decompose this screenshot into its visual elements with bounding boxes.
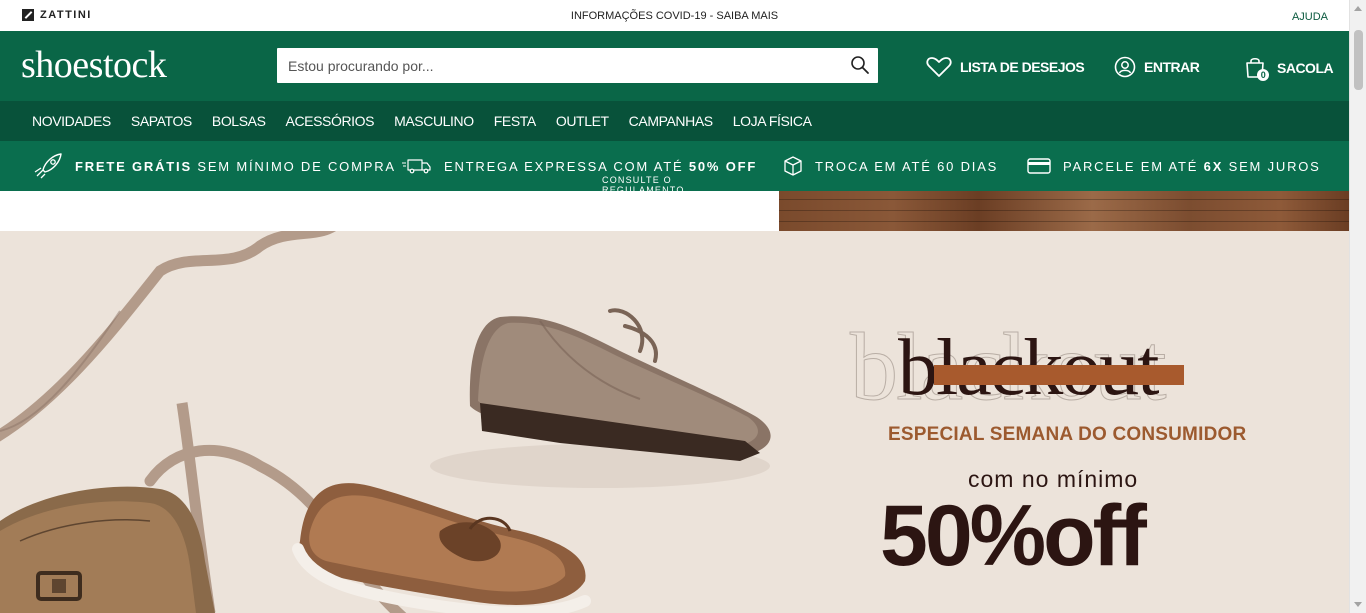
- bag-label: SACOLA: [1277, 60, 1334, 76]
- benefit-installments-label: PARCELE EM ATÉ: [1063, 158, 1204, 174]
- scroll-up-arrow-icon[interactable]: [1354, 6, 1362, 11]
- category-nav: NOVIDADES SAPATOS BOLSAS ACESSÓRIOS MASC…: [0, 101, 1349, 141]
- banner-white-strip: [0, 191, 779, 231]
- user-icon: [1114, 56, 1136, 78]
- shoestock-logo[interactable]: shoestock: [21, 43, 167, 87]
- benefit-installments-bold: 6X: [1203, 158, 1224, 174]
- benefit-free-shipping-text: FRETE GRÁTIS SEM MÍNIMO DE COMPRA: [75, 159, 396, 174]
- page: ZATTINI INFORMAÇÕES COVID-19 - SAIBA MAI…: [0, 0, 1366, 613]
- promo-discount: 50%off: [880, 488, 1147, 584]
- wishlist-link[interactable]: LISTA DE DESEJOS: [926, 56, 1085, 78]
- nav-loja-fisica[interactable]: LOJA FÍSICA: [733, 113, 812, 129]
- search-box: [277, 48, 878, 83]
- benefit-free-shipping-bold: FRETE GRÁTIS: [75, 158, 192, 174]
- scroll-down-arrow-icon[interactable]: [1354, 602, 1362, 607]
- brick-mortar-line: [779, 210, 1349, 211]
- nav-outlet[interactable]: OUTLET: [556, 113, 609, 129]
- brick-wall-image[interactable]: [779, 191, 1349, 231]
- top-bar: ZATTINI INFORMAÇÕES COVID-19 - SAIBA MAI…: [0, 0, 1349, 31]
- help-link[interactable]: AJUDA: [1292, 11, 1328, 23]
- login-label: ENTRAR: [1144, 59, 1200, 75]
- benefit-free-shipping[interactable]: FRETE GRÁTIS SEM MÍNIMO DE COMPRA: [33, 141, 396, 191]
- benefit-express-label: ENTREGA EXPRESSA COM ATÉ: [444, 158, 689, 174]
- benefit-express-text: ENTREGA EXPRESSA COM ATÉ 50% OFF: [444, 159, 757, 174]
- covid-info-link[interactable]: INFORMAÇÕES COVID-19 - SAIBA MAIS: [0, 10, 1349, 22]
- heart-icon: [926, 57, 952, 77]
- box-icon: [784, 156, 802, 176]
- nav-sapatos[interactable]: SAPATOS: [131, 113, 192, 129]
- benefit-free-shipping-rest: SEM MÍNIMO DE COMPRA: [191, 158, 396, 174]
- nav-acessorios[interactable]: ACESSÓRIOS: [286, 113, 375, 129]
- brick-mortar-line: [779, 221, 1349, 222]
- benefits-bar: FRETE GRÁTIS SEM MÍNIMO DE COMPRA ENTREG…: [0, 141, 1349, 195]
- benefit-express[interactable]: ENTREGA EXPRESSA COM ATÉ 50% OFF CONSULT…: [402, 141, 757, 195]
- scrollbar-thumb[interactable]: [1354, 30, 1363, 90]
- credit-card-icon: [1027, 158, 1051, 174]
- nav-masculino[interactable]: MASCULINO: [394, 113, 474, 129]
- shoes-bag-image: [0, 231, 771, 613]
- bag-icon-wrap: 0: [1245, 56, 1269, 81]
- wishlist-label: LISTA DE DESEJOS: [960, 59, 1085, 75]
- rocket-icon: [34, 153, 62, 179]
- benefit-installments[interactable]: PARCELE EM ATÉ 6X SEM JUROS: [1027, 141, 1321, 191]
- hero-banner[interactable]: blackout blackout ESPECIAL SEMANA DO CON…: [0, 231, 1349, 613]
- bag-link[interactable]: 0 SACOLA: [1245, 56, 1334, 81]
- brick-mortar-line: [779, 199, 1349, 200]
- benefit-installments-rest: SEM JUROS: [1223, 158, 1321, 174]
- search-input[interactable]: [277, 48, 837, 83]
- nav-bolsas[interactable]: BOLSAS: [212, 113, 266, 129]
- main-header: shoestock LISTA DE DESEJOS ENTRAR: [0, 31, 1349, 101]
- benefit-installments-text: PARCELE EM ATÉ 6X SEM JUROS: [1063, 159, 1321, 174]
- page-scrollbar[interactable]: [1349, 0, 1366, 613]
- benefit-exchange-text: TROCA EM ATÉ 60 DIAS: [815, 158, 999, 174]
- bag-count-badge: 0: [1257, 69, 1269, 81]
- delivery-truck-icon: [402, 159, 431, 174]
- nav-novidades[interactable]: NOVIDADES: [32, 113, 111, 129]
- benefit-express-bold: 50% OFF: [688, 158, 758, 174]
- benefit-exchange[interactable]: TROCA EM ATÉ 60 DIAS: [783, 141, 998, 191]
- promo-kicker: ESPECIAL SEMANA DO CONSUMIDOR: [888, 424, 1247, 445]
- search-icon[interactable]: [850, 55, 870, 75]
- login-link[interactable]: ENTRAR: [1114, 56, 1200, 78]
- nav-festa[interactable]: FESTA: [494, 113, 536, 129]
- nav-campanhas[interactable]: CAMPANHAS: [629, 113, 713, 129]
- promo-cta-button[interactable]: [934, 365, 1184, 385]
